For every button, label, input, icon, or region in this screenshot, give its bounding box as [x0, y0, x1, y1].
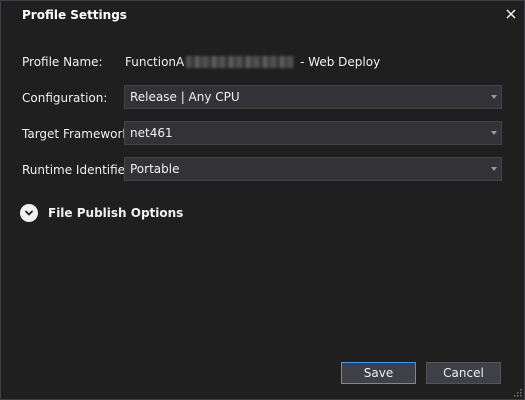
- resize-grip-icon[interactable]: [512, 387, 522, 397]
- profile-name-label: Profile Name:: [22, 55, 103, 69]
- target-framework-selected-value: net461: [130, 126, 173, 140]
- close-button[interactable]: [503, 6, 519, 22]
- chevron-down-icon: [491, 95, 497, 99]
- redacted-blur: [186, 56, 295, 68]
- file-publish-options-expander[interactable]: File Publish Options: [20, 203, 183, 223]
- runtime-identifier-label: Runtime Identifier:: [22, 163, 134, 177]
- configuration-label: Configuration:: [22, 91, 108, 105]
- title-bar: Profile Settings: [1, 1, 524, 31]
- close-icon: [506, 9, 516, 19]
- chevron-down-icon: [491, 131, 497, 135]
- file-publish-options-label: File Publish Options: [48, 206, 184, 220]
- runtime-identifier-select[interactable]: Portable: [124, 157, 502, 181]
- configuration-select[interactable]: Release | Any CPU: [124, 85, 502, 109]
- profile-name-prefix: FunctionA: [125, 55, 185, 69]
- chevron-down-icon: [491, 167, 497, 171]
- profile-settings-dialog: Profile Settings Profile Name: FunctionA…: [0, 0, 525, 400]
- chevron-down-icon: [20, 204, 38, 222]
- target-framework-label: Target Framework:: [22, 127, 134, 141]
- target-framework-select[interactable]: net461: [124, 121, 502, 145]
- profile-name-value: FunctionA - Web Deploy: [125, 55, 380, 69]
- save-button[interactable]: Save: [341, 362, 416, 384]
- runtime-identifier-selected-value: Portable: [130, 162, 180, 176]
- dialog-title: Profile Settings: [22, 8, 127, 22]
- profile-name-suffix: - Web Deploy: [296, 55, 381, 69]
- cancel-button[interactable]: Cancel: [426, 362, 501, 384]
- configuration-selected-value: Release | Any CPU: [130, 90, 240, 104]
